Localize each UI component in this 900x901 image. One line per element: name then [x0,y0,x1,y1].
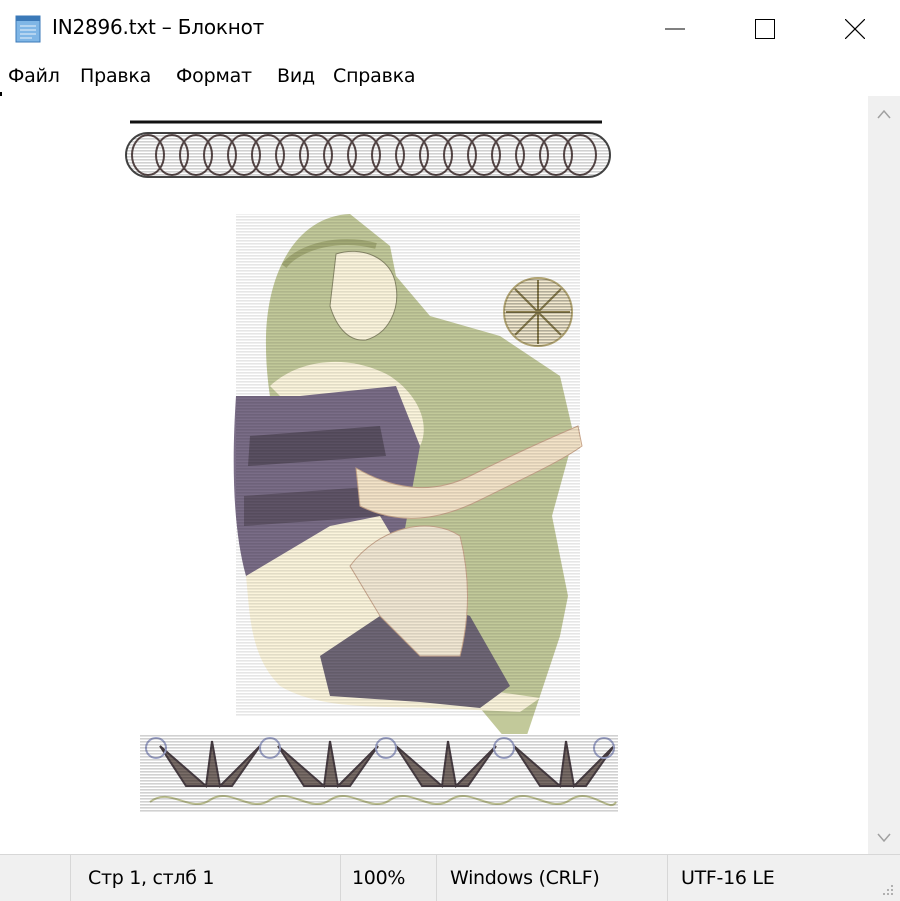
zoom-level: 100% [352,867,406,889]
palmette-border-bottom [140,734,618,812]
maximize-button[interactable] [720,0,810,58]
woman-figure [233,214,583,756]
resize-grip-icon[interactable] [880,884,894,896]
close-icon [845,19,865,39]
minimize-button[interactable] [630,0,720,58]
cursor-position: Стр 1, стлб 1 [88,867,215,889]
notepad-icon [15,15,41,43]
menu-format[interactable]: Формат [176,65,252,87]
chain-border-top [125,120,611,178]
minimize-icon [665,28,685,30]
close-button[interactable] [810,0,900,58]
maximize-icon [755,19,775,39]
encoding: UTF-16 LE [681,867,775,889]
status-bar: Стр 1, стлб 1 100% Windows (CRLF) UTF-16… [0,854,900,901]
menu-view[interactable]: Вид [277,65,315,87]
ascii-art-drawing [125,120,618,812]
status-divider [340,855,341,901]
line-endings: Windows (CRLF) [450,867,600,889]
vertical-scrollbar[interactable] [868,96,900,854]
menu-edit[interactable]: Правка [80,65,151,87]
menu-file[interactable]: Файл [8,65,60,87]
status-divider [70,855,71,901]
window-title: IN2896.txt – Блокнот [52,15,265,39]
title-bar[interactable]: IN2896.txt – Блокнот [0,0,900,58]
scroll-up-arrow-icon[interactable] [876,108,892,120]
status-divider [436,855,437,901]
scroll-down-arrow-icon[interactable] [876,832,892,844]
menu-help[interactable]: Справка [333,65,416,87]
status-divider [667,855,668,901]
menu-bar: Файл Правка Формат Вид Справка [0,58,900,97]
text-editor-area[interactable] [0,96,868,854]
